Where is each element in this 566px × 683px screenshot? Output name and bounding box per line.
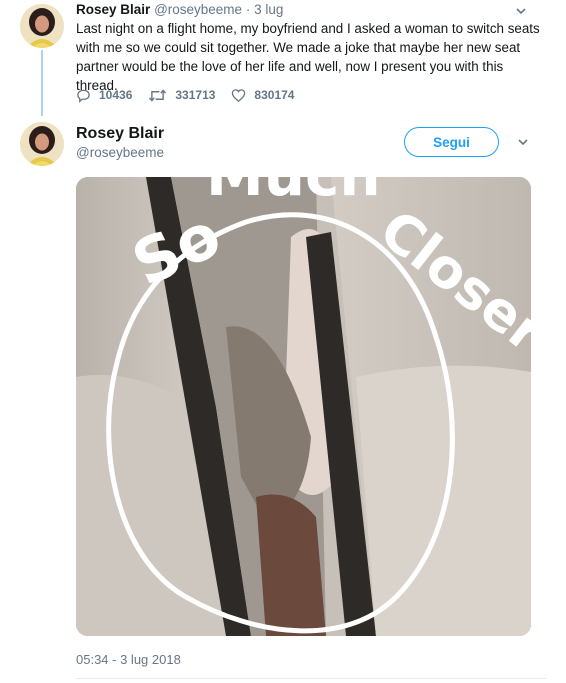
reply-count: 10436 (99, 88, 133, 102)
chevron-down-icon[interactable] (516, 135, 530, 149)
author-handle[interactable]: @roseybeeme (154, 2, 242, 17)
divider (76, 678, 546, 679)
tweet-date[interactable]: 3 lug (254, 2, 283, 17)
tweet-actions: 10436 331713 830174 (76, 86, 310, 104)
tweet-photo[interactable]: So Much Closer (76, 177, 531, 636)
svg-text:Much: Much (206, 177, 381, 209)
reply-button[interactable]: 10436 (76, 88, 132, 103)
author-name[interactable]: Rosey Blair (76, 125, 164, 143)
author-handle[interactable]: @roseybeeme (76, 145, 164, 160)
like-count: 830174 (254, 88, 295, 102)
reply-icon (77, 89, 90, 103)
thread-connector-line (41, 50, 43, 116)
meta-separator: · (242, 2, 255, 17)
tweet-text: Last night on a flight home, my boyfrien… (76, 21, 540, 93)
retweet-icon (149, 88, 167, 102)
chevron-down-icon[interactable] (514, 4, 528, 18)
tweet-header: Rosey Blair @roseybeeme · 3 lug (76, 2, 283, 17)
avatar[interactable] (20, 122, 64, 166)
avatar[interactable] (20, 4, 64, 48)
heart-icon (232, 88, 246, 102)
retweet-count: 331713 (175, 88, 216, 102)
tweet-timestamp[interactable]: 05:34 - 3 lug 2018 (76, 652, 181, 667)
author-name[interactable]: Rosey Blair (76, 2, 150, 17)
follow-button[interactable]: Segui (404, 127, 499, 157)
retweet-button[interactable]: 331713 (148, 88, 215, 103)
like-button[interactable]: 830174 (231, 88, 294, 103)
